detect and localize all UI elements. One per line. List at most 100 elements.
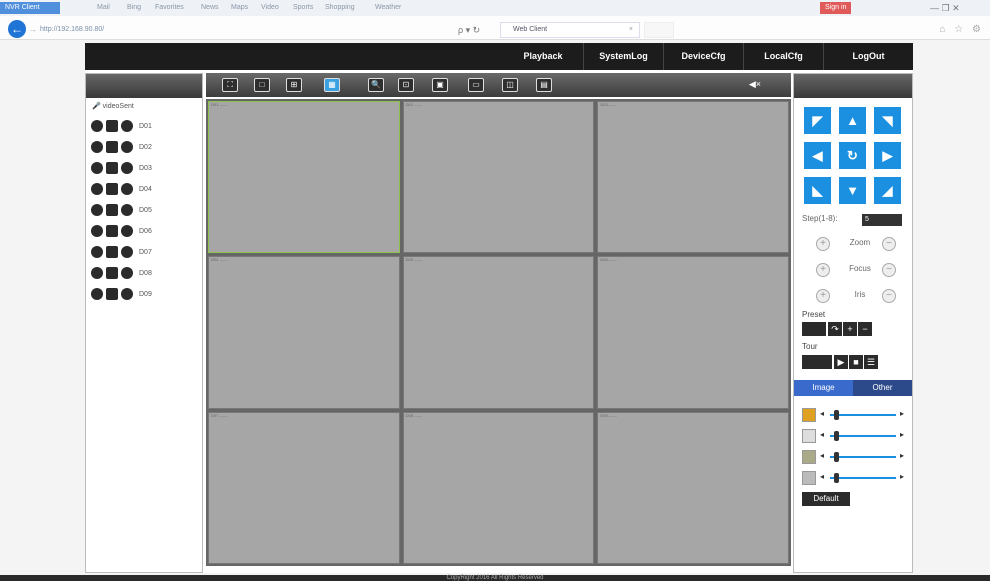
- new-tab-button[interactable]: [644, 22, 674, 38]
- stream-toggle-icon[interactable]: [106, 120, 118, 132]
- favorite-link[interactable]: Favorites: [150, 2, 189, 14]
- default-button[interactable]: Default: [802, 492, 850, 506]
- play-toggle-icon[interactable]: [121, 162, 133, 174]
- record-toggle-icon[interactable]: [91, 183, 103, 195]
- stream-toggle-icon[interactable]: [106, 246, 118, 258]
- saturation-slider-knob[interactable]: [834, 452, 839, 462]
- browser-tab-web-client[interactable]: Web Client ×: [500, 22, 640, 38]
- channel-label[interactable]: D03: [139, 165, 152, 172]
- image-icon[interactable]: ▭: [468, 78, 484, 92]
- hue-slider-knob[interactable]: [834, 473, 839, 483]
- playback-icon[interactable]: ◫: [502, 78, 518, 92]
- preset-delete-button[interactable]: −: [858, 322, 872, 336]
- video-cell[interactable]: D02 ------: [402, 101, 595, 254]
- preset-goto-button[interactable]: ↷: [828, 322, 842, 336]
- brightness-slider[interactable]: [830, 414, 896, 416]
- favorite-link[interactable]: Bing: [122, 2, 146, 14]
- tour-play-button[interactable]: ▶: [834, 355, 848, 369]
- nav-logout[interactable]: LogOut: [823, 43, 913, 70]
- play-toggle-icon[interactable]: [121, 120, 133, 132]
- close-icon[interactable]: ×: [629, 23, 633, 37]
- nav-localcfg[interactable]: LocalCfg: [743, 43, 823, 70]
- fullscreen-icon[interactable]: ⛶: [222, 78, 238, 92]
- nav-devicecfg[interactable]: DeviceCfg: [663, 43, 743, 70]
- channel-label[interactable]: D04: [139, 186, 152, 193]
- favorite-link[interactable]: Shopping: [320, 2, 360, 14]
- tab-other[interactable]: Other: [853, 380, 912, 396]
- focus-in-button[interactable]: +: [816, 263, 830, 277]
- stream-toggle-icon[interactable]: [106, 288, 118, 300]
- play-toggle-icon[interactable]: [121, 141, 133, 153]
- brightness-increase-button[interactable]: ▸: [900, 409, 904, 418]
- contrast-increase-button[interactable]: ▸: [900, 430, 904, 439]
- channel-label[interactable]: D09: [139, 291, 152, 298]
- stream-toggle-icon[interactable]: [106, 141, 118, 153]
- ptz-down-left-button[interactable]: ◣: [804, 177, 831, 204]
- ptz-up-right-button[interactable]: ◥: [874, 107, 901, 134]
- saturation-slider[interactable]: [830, 456, 896, 458]
- back-button[interactable]: ←: [8, 20, 26, 38]
- record-toggle-icon[interactable]: [91, 162, 103, 174]
- channel-label[interactable]: D02: [139, 144, 152, 151]
- video-cell[interactable]: D09 ------: [597, 411, 789, 564]
- device-label[interactable]: 🎤 videoSent: [92, 102, 134, 110]
- iris-open-button[interactable]: +: [816, 289, 830, 303]
- video-cell[interactable]: D04 ------: [208, 256, 400, 409]
- record-toggle-icon[interactable]: [91, 141, 103, 153]
- saturation-increase-button[interactable]: ▸: [900, 451, 904, 460]
- channel-label[interactable]: D07: [139, 249, 152, 256]
- brightness-decrease-button[interactable]: ◂: [820, 409, 824, 418]
- zoom-in-button[interactable]: +: [816, 237, 830, 251]
- contrast-slider[interactable]: [830, 435, 896, 437]
- stream-toggle-icon[interactable]: [106, 267, 118, 279]
- ptz-left-button[interactable]: ◀: [804, 142, 831, 169]
- forward-button[interactable]: →: [28, 24, 37, 34]
- favorite-link[interactable]: News: [196, 2, 224, 14]
- ptz-right-button[interactable]: ▶: [874, 142, 901, 169]
- nav-systemlog[interactable]: SystemLog: [583, 43, 663, 70]
- layout-4-icon[interactable]: ⊞: [286, 78, 302, 92]
- record-icon[interactable]: ⊡: [398, 78, 414, 92]
- tour-list-button[interactable]: ☰: [864, 355, 878, 369]
- video-cell[interactable]: D07 ------: [208, 411, 400, 564]
- window-controls[interactable]: — ❐ ✕: [930, 2, 960, 14]
- stop-all-icon[interactable]: ▤: [536, 78, 552, 92]
- preset-add-button[interactable]: +: [843, 322, 857, 336]
- tour-stop-button[interactable]: ■: [849, 355, 863, 369]
- stream-toggle-icon[interactable]: [106, 162, 118, 174]
- record-toggle-icon[interactable]: [91, 225, 103, 237]
- nav-playback[interactable]: Playback: [503, 43, 583, 70]
- play-toggle-icon[interactable]: [121, 183, 133, 195]
- hue-slider[interactable]: [830, 477, 896, 479]
- iris-close-button[interactable]: −: [882, 289, 896, 303]
- ptz-up-left-button[interactable]: ◤: [804, 107, 831, 134]
- focus-out-button[interactable]: −: [882, 263, 896, 277]
- address-tools-icon[interactable]: ρ ▾ ↻: [458, 23, 480, 37]
- speaker-mute-icon[interactable]: ◀×: [749, 79, 761, 90]
- video-cell[interactable]: D06 ------: [597, 256, 789, 409]
- video-cell[interactable]: D03 ------: [597, 101, 789, 254]
- browser-tab-active[interactable]: NVR Client: [0, 2, 60, 14]
- play-toggle-icon[interactable]: [121, 267, 133, 279]
- contrast-decrease-button[interactable]: ◂: [820, 430, 824, 439]
- contrast-slider-knob[interactable]: [834, 431, 839, 441]
- ptz-down-button[interactable]: ▼: [839, 177, 866, 204]
- step-select[interactable]: 5: [862, 214, 902, 226]
- channel-label[interactable]: D06: [139, 228, 152, 235]
- stream-toggle-icon[interactable]: [106, 183, 118, 195]
- channel-label[interactable]: D01: [139, 123, 152, 130]
- record-toggle-icon[interactable]: [91, 246, 103, 258]
- browser-toolbar-icons[interactable]: ⌂ ☆ ⚙: [939, 24, 984, 35]
- video-cell[interactable]: D01 ------: [208, 101, 400, 254]
- ptz-down-right-button[interactable]: ◢: [874, 177, 901, 204]
- saturation-decrease-button[interactable]: ◂: [820, 451, 824, 460]
- layout-1-icon[interactable]: □: [254, 78, 270, 92]
- zoom-out-button[interactable]: −: [882, 237, 896, 251]
- play-toggle-icon[interactable]: [121, 225, 133, 237]
- video-cell[interactable]: D08 ------: [402, 411, 595, 564]
- record-toggle-icon[interactable]: [91, 204, 103, 216]
- snapshot-icon[interactable]: ▣: [432, 78, 448, 92]
- favorite-link[interactable]: Weather: [370, 2, 406, 14]
- hue-decrease-button[interactable]: ◂: [820, 472, 824, 481]
- zoom-icon[interactable]: 🔍: [368, 78, 384, 92]
